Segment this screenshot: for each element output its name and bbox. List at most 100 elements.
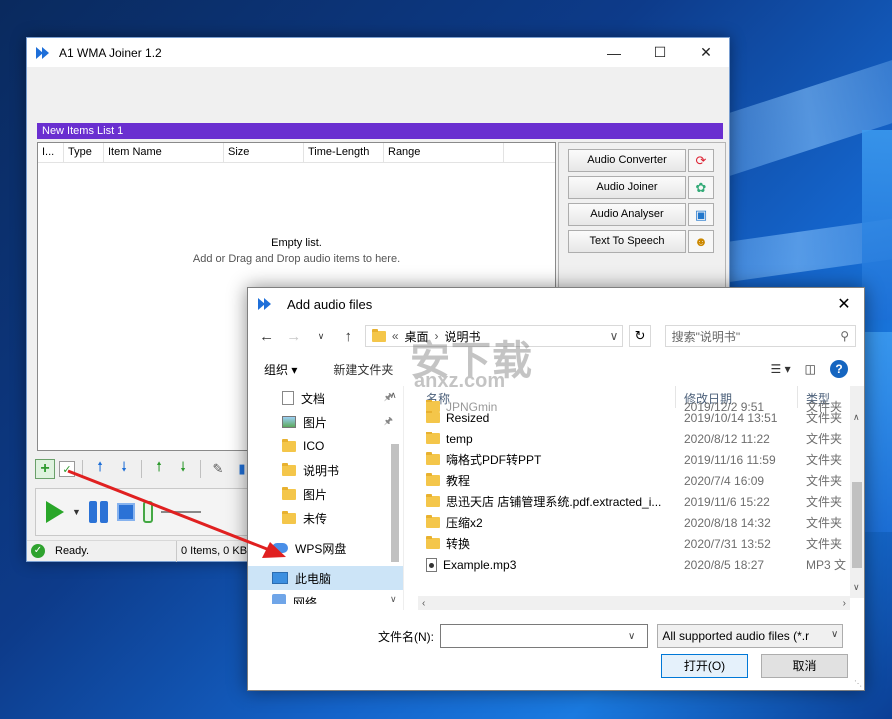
file-row[interactable]: 压缩x2 2020/8/18 14:32 文件夹 [418,512,850,533]
scroll-right-icon[interactable]: › [843,598,846,609]
nav-item-label: 未传 [303,511,328,526]
file-type: MP3 文 [806,558,847,572]
file-list-vertical-scrollbar[interactable]: ∧ ∨ [850,386,864,598]
folder-icon [426,473,440,486]
close-button[interactable]: ✕ [683,38,729,67]
pause-icon[interactable] [88,501,109,523]
up-arrow-icon[interactable]: ↑ [338,328,359,345]
audio-converter-button[interactable]: Audio Converter [568,149,686,172]
folder-icon [426,410,440,423]
audio-analyser-button[interactable]: Audio Analyser [568,203,686,226]
resize-grip-icon[interactable]: ⋱ [854,679,862,688]
stop-icon[interactable] [116,503,135,521]
nav-item-manual[interactable]: 说明书 [248,458,403,482]
move-bottom-icon[interactable]: 🠗 [173,459,193,479]
nav-item-unuploaded[interactable]: 未传 [248,506,403,530]
converter-icon[interactable]: ⟳ [688,149,714,172]
seek-slider-track[interactable] [160,511,201,513]
scroll-up-icon[interactable]: ∧ [390,390,397,401]
move-up-icon[interactable]: 🠕 [90,459,110,479]
scroll-left-icon[interactable]: ‹ [422,598,425,609]
file-date: 2020/8/5 18:27 [684,557,765,572]
text-to-speech-button[interactable]: Text To Speech [568,230,686,253]
scroll-down-icon[interactable]: ∨ [390,594,397,605]
move-top-icon[interactable]: 🠕 [149,459,169,479]
preview-pane-icon[interactable]: ◫ [805,362,816,376]
file-row[interactable]: Example.mp3 2020/8/5 18:27 MP3 文 [418,554,850,575]
column-header-index[interactable]: I... [38,143,64,162]
list-tab[interactable]: New Items List 1 [37,123,723,139]
open-button[interactable]: 打开(O) [661,654,748,678]
breadcrumb-overflow[interactable]: « [392,329,399,343]
column-header-range[interactable]: Range [384,143,504,162]
filename-input[interactable] [440,624,648,648]
nav-item-this-pc[interactable]: 此电脑 [248,566,403,590]
column-header-item-name[interactable]: Item Name [104,143,224,162]
tools-panel: Audio Converter ⟳ Audio Joiner ✿ Audio A… [558,142,726,292]
forward-arrow-icon[interactable]: → [283,328,304,345]
scroll-up-icon[interactable]: ∧ [853,412,860,423]
cancel-button[interactable]: 取消 [761,654,848,678]
folder-icon [426,515,440,528]
nav-item-wps-cloud[interactable]: WPS网盘 [248,536,403,560]
audio-joiner-button[interactable]: Audio Joiner [568,176,686,199]
file-row[interactable]: temp 2020/8/12 11:22 文件夹 [418,428,850,449]
file-row[interactable]: 转换 2020/7/31 13:52 文件夹 [418,533,850,554]
search-input[interactable]: 搜索"说明书" ⚲ [664,325,856,347]
analyser-icon[interactable]: ▣ [688,203,714,226]
check-icon[interactable]: ✓ [59,461,75,477]
refresh-icon[interactable]: ↻ [629,325,651,347]
play-icon[interactable] [46,501,64,523]
file-row[interactable]: 嗨格式PDF转PPT 2019/11/16 11:59 文件夹 [418,449,850,470]
organize-button[interactable]: 组织 ▾ [264,361,297,378]
file-name: 思迅天店 店铺管理系统.pdf.extracted_i... [446,495,662,509]
nav-item-network[interactable]: 网络 [248,590,403,604]
filename-row: 文件名(N): ∨ All supported audio files (*.r… [378,624,844,648]
speech-icon[interactable]: ☻ [688,230,714,253]
file-row[interactable]: 教程 2020/7/4 16:09 文件夹 [418,470,850,491]
minimize-button[interactable]: — [591,38,637,67]
add-files-icon[interactable]: + [35,459,55,479]
command-bar: 组织 ▾ 新建文件夹 ☰ ▾ ◫ ? [248,352,864,386]
edit-icon[interactable]: ✎ [208,459,228,479]
breadcrumb-separator-icon: › [434,329,439,343]
view-options-icon[interactable]: ☰ ▾ [771,362,791,376]
nav-item-pictures[interactable]: 图片 🖈 [248,410,403,434]
nav-scrollbar[interactable]: ∧ ∨ [388,386,404,610]
nav-item-ico[interactable]: ICO [248,434,403,458]
scroll-down-icon[interactable]: ∨ [853,582,860,593]
help-icon[interactable]: ? [830,360,848,378]
address-bar[interactable]: « 桌面 › 说明书 ∨ [364,325,624,347]
dialog-close-button[interactable]: ✕ [824,288,864,320]
maximize-button[interactable]: ☐ [637,38,683,67]
breadcrumb-current[interactable]: 说明书 [445,328,604,345]
breadcrumb-desktop[interactable]: 桌面 [405,328,429,345]
empty-list-hint: Add or Drag and Drop audio items to here… [192,253,401,265]
file-type-filter[interactable]: All supported audio files (*.r ∨ [657,624,844,648]
file-list-scroll-thumb[interactable] [852,482,862,568]
nav-item-label: WPS网盘 [295,541,347,556]
column-header-time-length[interactable]: Time-Length [304,143,384,162]
recent-dropdown-icon[interactable]: ∨ [310,331,331,342]
folder-icon [282,462,296,476]
column-header-size[interactable]: Size [224,143,304,162]
column-header-type[interactable]: Type [64,143,104,162]
move-down-icon[interactable]: 🠗 [114,459,134,479]
nav-scroll-thumb[interactable] [391,444,399,562]
seek-slider-handle[interactable] [142,501,153,523]
file-row[interactable]: Resized 2019/10/14 13:51 文件夹 [418,407,850,428]
play-dropdown-icon[interactable]: ▼ [72,507,81,517]
nav-item-pictures-folder[interactable]: 图片 [248,482,403,506]
new-folder-button[interactable]: 新建文件夹 [333,361,756,378]
filename-dropdown-icon[interactable]: ∨ [628,631,635,642]
file-name: temp [446,431,473,446]
joiner-icon[interactable]: ✿ [688,176,714,199]
file-type: 文件夹 [806,516,843,530]
back-arrow-icon[interactable]: ← [256,328,277,345]
nav-item-documents[interactable]: 文档 🖈 [248,386,403,410]
file-row[interactable]: 思迅天店 店铺管理系统.pdf.extracted_i... 2019/11/6… [418,491,850,512]
nav-item-label: 网络 [293,596,318,604]
file-list[interactable]: 名称 修改日期 类型 JPNGmin 2019/12/2 9:51 文件夹 Re… [418,386,850,598]
file-list-horizontal-scrollbar[interactable]: ‹ › [418,596,850,610]
address-dropdown-icon[interactable]: ∨ [610,329,619,343]
